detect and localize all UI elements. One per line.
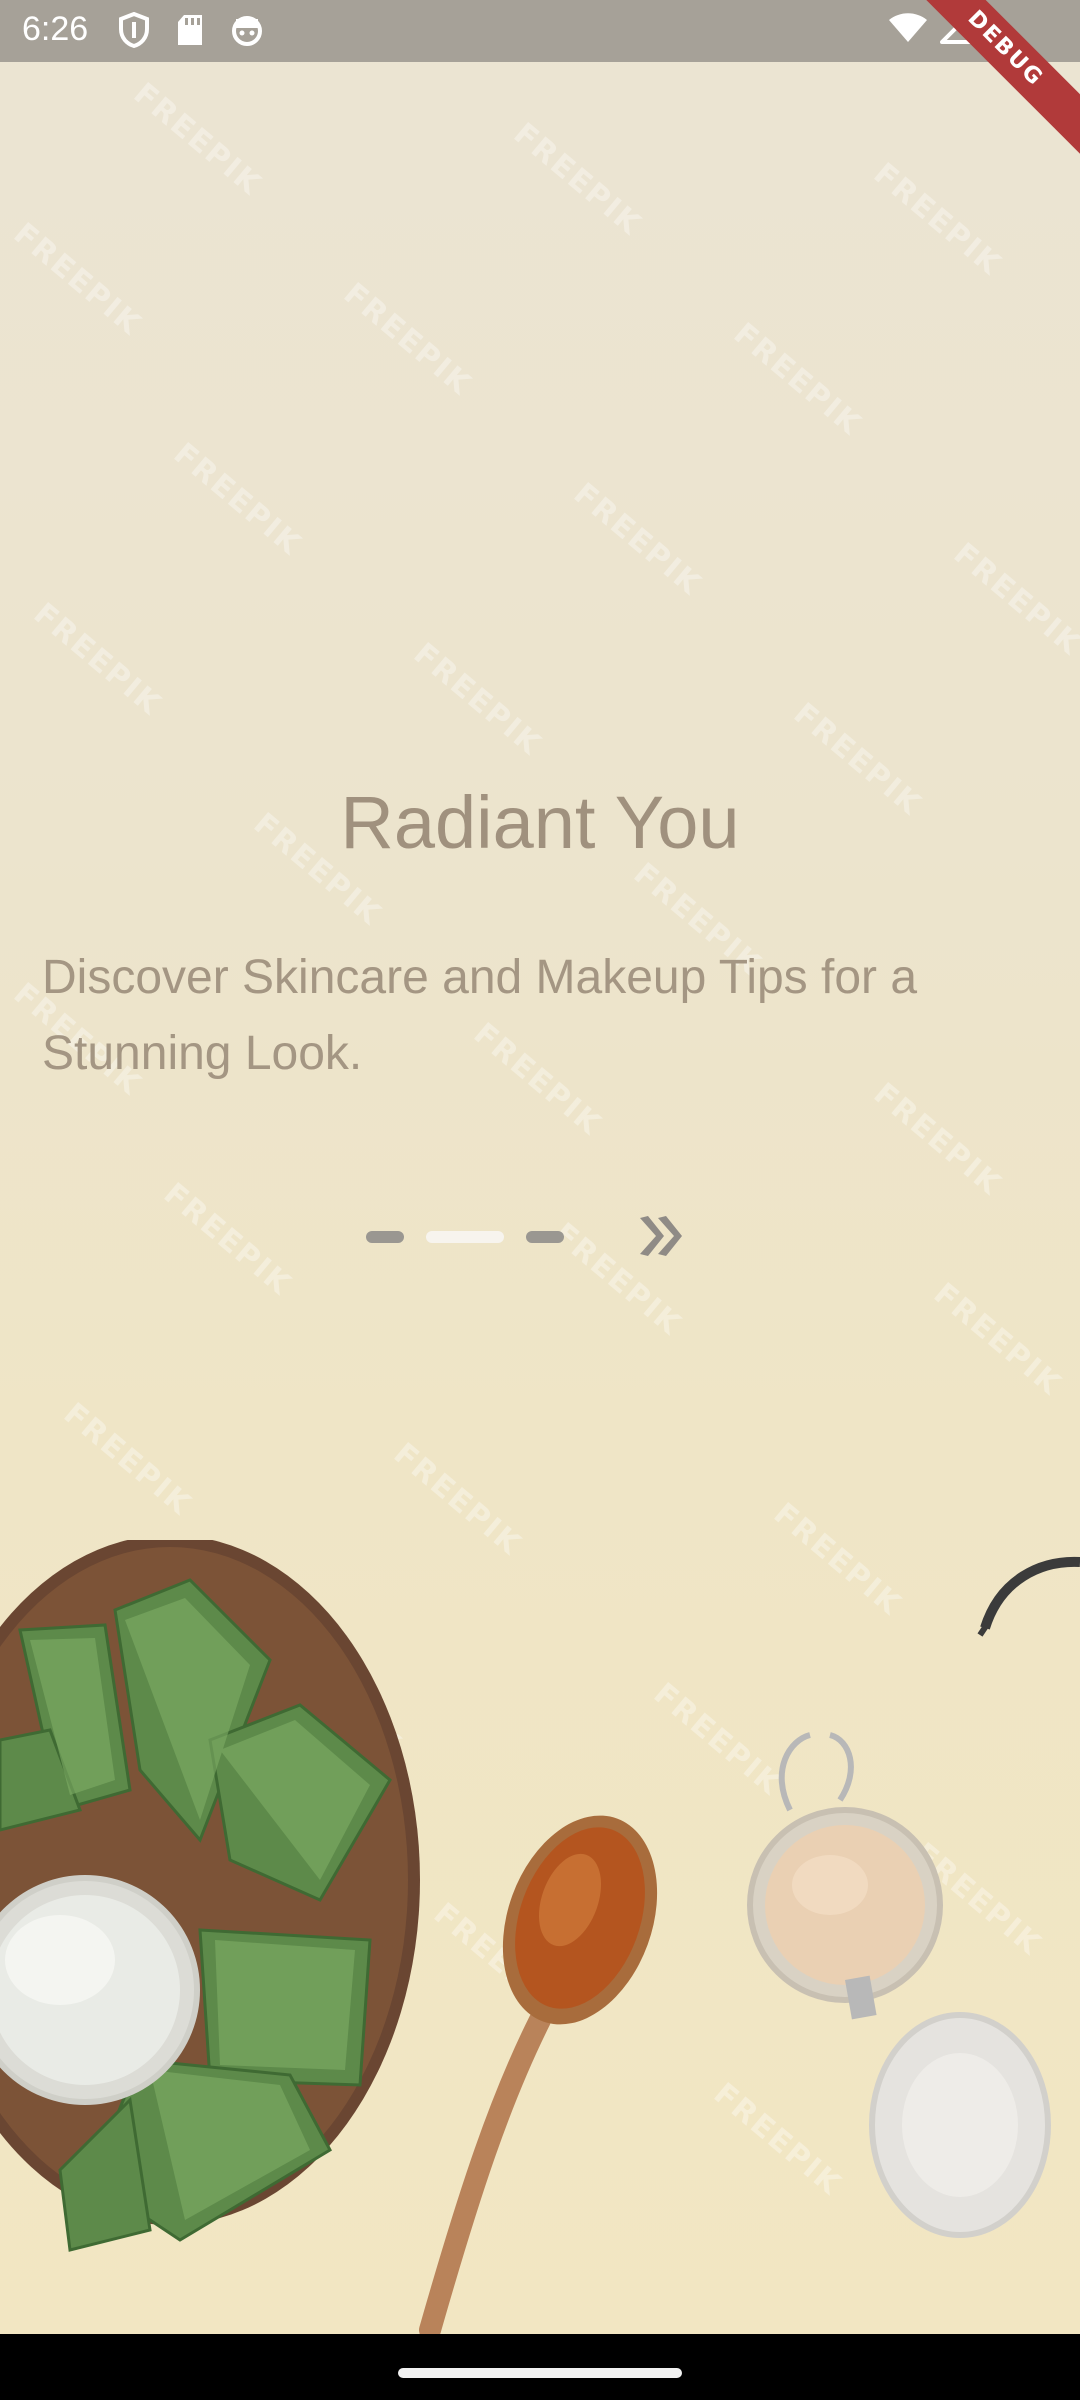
wifi-icon bbox=[888, 12, 928, 49]
watermark: FREEPIK bbox=[26, 596, 169, 723]
status-bar: 6:26 bbox=[0, 0, 1080, 62]
watermark: FREEPIK bbox=[726, 316, 869, 443]
status-notification-icons bbox=[118, 11, 264, 53]
watermark: FREEPIK bbox=[566, 476, 709, 603]
status-time: 6:26 bbox=[22, 10, 89, 48]
watermark: FREEPIK bbox=[6, 216, 149, 343]
product-illustration bbox=[0, 1535, 1080, 2341]
onboarding-subtitle: Discover Skincare and Makeup Tips for a … bbox=[42, 951, 918, 1080]
home-indicator[interactable] bbox=[398, 2368, 682, 2378]
double-chevron-right-icon bbox=[640, 1216, 682, 1256]
watermark: FREEPIK bbox=[866, 156, 1009, 283]
watermark: FREEPIK bbox=[156, 1176, 299, 1303]
watermark: FREEPIK bbox=[926, 1276, 1069, 1403]
watermark: FREEPIK bbox=[406, 636, 549, 763]
page-indicator bbox=[366, 1230, 586, 1244]
next-button[interactable] bbox=[632, 1206, 692, 1266]
watermark: FREEPIK bbox=[166, 436, 309, 563]
watermark: FREEPIK bbox=[946, 536, 1080, 663]
watermark: FREEPIK bbox=[336, 276, 479, 403]
page-indicator-dot-active[interactable] bbox=[426, 1231, 504, 1243]
navigation-bar bbox=[0, 2334, 1080, 2400]
onboarding-title: Radiant You bbox=[340, 781, 740, 864]
watermark: FREEPIK bbox=[56, 1396, 199, 1523]
watermark: FREEPIK bbox=[506, 116, 649, 243]
onboarding-screen: FREEPIK FREEPIK FREEPIK FREEPIK FREEPIK … bbox=[0, 0, 1080, 2400]
sd-card-icon bbox=[176, 13, 204, 52]
shield-icon bbox=[118, 11, 150, 53]
android-face-icon bbox=[230, 13, 264, 52]
watermark: FREEPIK bbox=[866, 1076, 1009, 1203]
watermark: FREEPIK bbox=[126, 76, 269, 203]
page-indicator-dot[interactable] bbox=[526, 1231, 564, 1243]
page-indicator-dot[interactable] bbox=[366, 1231, 404, 1243]
